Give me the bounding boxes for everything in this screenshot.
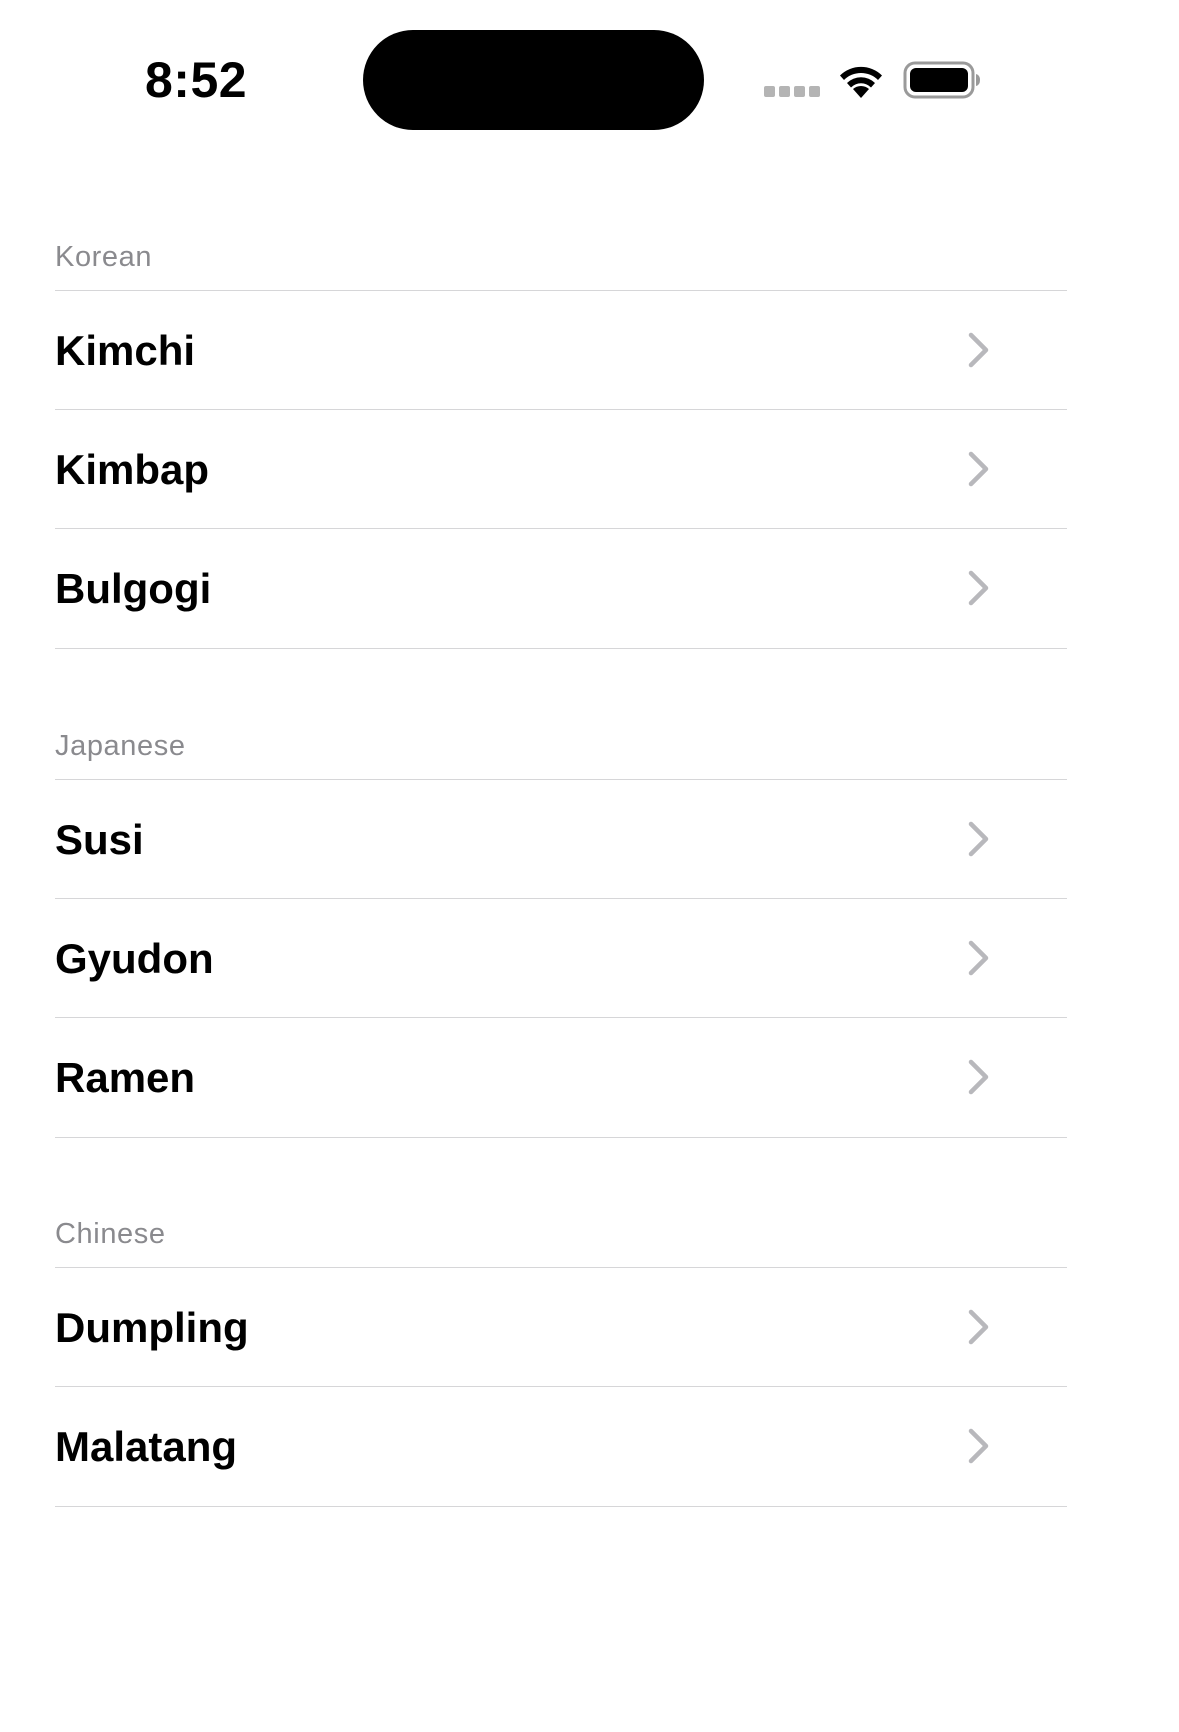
list-item-susi[interactable]: Susi: [55, 779, 1067, 898]
chevron-right-icon: [968, 821, 989, 857]
list-item-gyudon[interactable]: Gyudon: [55, 898, 1067, 1017]
chevron-right-icon: [968, 332, 989, 368]
list-item-label: Ramen: [55, 1054, 196, 1101]
chevron-right-icon: [968, 451, 989, 487]
list-item-label: Susi: [55, 816, 144, 863]
status-time: 8:52: [145, 52, 248, 108]
wifi-icon: [840, 66, 882, 98]
list-item-kimbap[interactable]: Kimbap: [55, 409, 1067, 528]
list-item-label: Malatang: [55, 1423, 238, 1470]
list-item-label: Kimbap: [55, 446, 210, 493]
cellular-signal-icon: [764, 86, 820, 98]
chevron-right-icon: [968, 940, 989, 976]
list-item-ramen[interactable]: Ramen: [55, 1017, 1067, 1138]
chevron-right-icon: [968, 570, 989, 606]
list-item-kimchi[interactable]: Kimchi: [55, 290, 1067, 409]
list-item-label: Bulgogi: [55, 565, 212, 612]
chevron-right-icon: [968, 1059, 989, 1095]
list-item-label: Dumpling: [55, 1304, 249, 1351]
list-item-dumpling[interactable]: Dumpling: [55, 1267, 1067, 1386]
list-item-label: Gyudon: [55, 935, 214, 982]
chevron-right-icon: [968, 1309, 989, 1345]
section-header-korean: Korean: [55, 241, 153, 273]
list-item-malatang[interactable]: Malatang: [55, 1386, 1067, 1507]
battery-icon: [903, 61, 980, 99]
dynamic-island: [363, 30, 704, 130]
status-bar: 8:52: [0, 0, 1179, 180]
list-item-label: Kimchi: [55, 327, 196, 374]
section-header-chinese: Chinese: [55, 1218, 166, 1250]
section-header-japanese: Japanese: [55, 730, 186, 762]
chevron-right-icon: [968, 1428, 989, 1464]
list-item-bulgogi[interactable]: Bulgogi: [55, 528, 1067, 649]
